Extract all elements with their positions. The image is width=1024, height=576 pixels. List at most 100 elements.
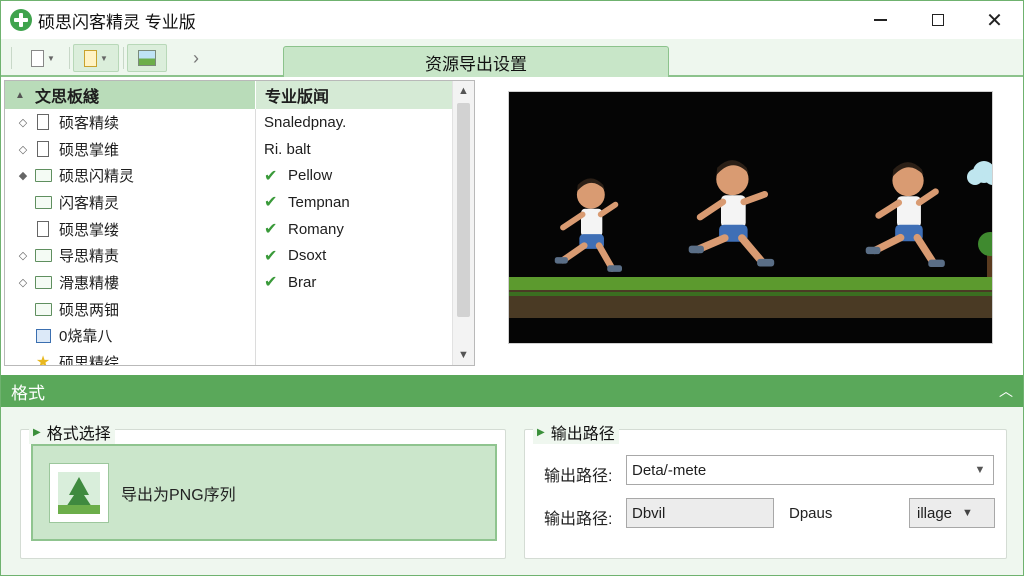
format-section-header[interactable]: 格式 ︿	[1, 375, 1023, 407]
tree-row-label: 硕思掌缕	[59, 221, 120, 239]
tree-row-name-cell: ◇ 滑惠精樓	[5, 272, 255, 293]
tree-row[interactable]: ◇ 导思精责 ✔ Dsoxt	[5, 242, 452, 269]
expander-icon[interactable]: ◇	[13, 249, 33, 262]
image-format-value: illage	[917, 504, 953, 522]
app-logo-icon	[10, 9, 32, 31]
tree-row[interactable]: 0烧靠八	[5, 323, 452, 350]
tree-row-name-cell: 硕思掌缕	[5, 219, 255, 240]
tree-row-label: 硕思掌维	[59, 141, 120, 159]
export-image-button[interactable]	[127, 44, 167, 72]
expander-icon[interactable]: ◆	[13, 169, 33, 182]
forward-button[interactable]: ›	[181, 44, 211, 72]
format-section-title: 格式	[11, 383, 45, 403]
running-boy-frames-image	[509, 92, 992, 343]
tree-row-type: Tempnan	[288, 193, 350, 211]
file-icon	[33, 141, 53, 158]
image-icon	[138, 50, 156, 66]
landscape-image-icon	[49, 462, 109, 523]
column-header-name-label: 文思板綫	[35, 89, 100, 106]
tree-row-name-cell: 0烧靠八	[5, 325, 255, 346]
chevron-down-icon: ▼	[962, 507, 973, 519]
new-document-button[interactable]: ▼	[23, 44, 63, 72]
maximize-button[interactable]	[909, 1, 966, 39]
tree-row-type: Pellow	[288, 167, 333, 185]
scrollbar-thumb[interactable]	[457, 103, 470, 317]
folder-icon	[33, 169, 53, 183]
tree-header: ▲ 文思板綫 专业版闻	[5, 81, 452, 109]
tree-row[interactable]: ★ 硕思精综	[5, 349, 452, 365]
format-section-body: ▶ 格式选择 导出为PNG序列 ▶ 输出路径 输出路径: Deta/-mete …	[1, 407, 1023, 575]
output-path-label: 输出路径:	[544, 468, 613, 485]
chevron-right-icon: ›	[193, 47, 199, 68]
file-icon	[33, 114, 53, 131]
tree-row-name-cell: ◇ 硕思掌维	[5, 139, 255, 160]
tree-row[interactable]: 闪客精灵 ✔ Tempnan	[5, 189, 452, 216]
tree-row-name-cell: 闪客精灵	[5, 192, 255, 213]
folder-icon	[33, 195, 53, 209]
column-header-name[interactable]: ▲ 文思板綫	[5, 81, 255, 109]
png-sequence-label: 导出为PNG序列	[121, 486, 236, 504]
tree-row-type: Brar	[288, 273, 317, 291]
minimize-button[interactable]	[852, 1, 909, 39]
minimize-icon	[874, 19, 887, 21]
toolbar-separator	[123, 47, 124, 69]
browse-path-field[interactable]: Dbvil	[626, 498, 774, 528]
tree-row[interactable]: ◇ 硕客精续 Snaledpnay.	[5, 109, 452, 136]
chevron-up-icon[interactable]: ︿	[999, 381, 1013, 401]
close-button[interactable]: ✕	[966, 1, 1023, 39]
tree-row[interactable]: ◇ 硕思掌维 Ri. balt	[5, 136, 452, 163]
dropdown-arrow-icon: ▼	[47, 53, 55, 63]
output-path-field[interactable]: Deta/-mete ▼	[626, 455, 994, 485]
folder-icon	[33, 302, 53, 316]
tree-row-label: 导思精责	[59, 248, 120, 266]
checkmark-icon: ✔	[264, 221, 278, 239]
tree-rows: ◇ 硕客精续 Snaledpnay. ◇ 硕思掌维 Ri. balt ◆ 硕思闪精灵 ✔ Pell…	[5, 109, 452, 365]
tree-row-type: Snaledpnay.	[264, 113, 347, 131]
expander-icon[interactable]: ◇	[13, 116, 33, 129]
tree-row-name-cell: 硕思两钿	[5, 299, 255, 320]
column-header-type-label: 专业版闻	[265, 89, 330, 106]
vertical-scrollbar[interactable]: ▲ ▼	[452, 81, 474, 365]
scroll-down-icon[interactable]: ▼	[453, 345, 474, 365]
tree-row-type-cell: ✔ Romany	[255, 219, 452, 239]
app-window: 硕思闪客精灵 专业版 ✕ ▼ ▼ › 资源导出设置 ▲ 文思板綫 专业版闻 ◇ …	[0, 0, 1024, 576]
checkmark-icon: ✔	[264, 247, 278, 265]
tree-row-type-cell: ✔ Tempnan	[255, 192, 452, 212]
pause-label: Dpaus	[789, 505, 833, 522]
output-path-title: 输出路径	[550, 426, 615, 443]
png-sequence-option[interactable]: 导出为PNG序列	[31, 444, 497, 541]
toolbar-separator	[69, 47, 70, 69]
chevron-down-icon[interactable]: ▼	[967, 456, 993, 484]
tree-row[interactable]: 硕思掌缕 ✔ Romany	[5, 216, 452, 243]
expander-icon[interactable]: ◇	[13, 143, 33, 156]
tree-row[interactable]: ◆ 硕思闪精灵 ✔ Pellow	[5, 162, 452, 189]
tree-row-label: 硕思两钿	[59, 301, 120, 319]
sort-icon: ▲	[15, 89, 25, 101]
open-file-button[interactable]: ▼	[73, 44, 119, 72]
tree-row[interactable]: ◇ 滑惠精樓 ✔ Brar	[5, 269, 452, 296]
checkmark-icon: ✔	[264, 167, 278, 185]
tree-row-label: 硕思闪精灵	[59, 168, 135, 186]
tree-row-type-cell: Snaledpnay.	[255, 114, 452, 131]
tree-row-name-cell: ★ 硕思精综	[5, 352, 255, 365]
tree-row[interactable]: 硕思两钿	[5, 296, 452, 323]
output-path-2-label: 输出路径:	[544, 511, 613, 528]
tree-row-type-cell: ✔ Pellow	[255, 166, 452, 186]
tree-row-type: Ri. balt	[264, 140, 311, 158]
expand-arrow-icon: ▶	[537, 426, 545, 438]
column-header-type[interactable]: 专业版闻	[255, 81, 452, 109]
resource-tree: ▲ 文思板綫 专业版闻 ◇ 硕客精续 Snaledpnay. ◇ 硕思掌维 Ri. bal…	[4, 80, 475, 366]
browse-path-value: Dbvil	[632, 504, 666, 522]
window-title: 硕思闪客精灵 专业版	[38, 12, 196, 32]
image-format-dropdown[interactable]: illage ▼	[909, 498, 995, 528]
image-icon	[33, 328, 53, 343]
dropdown-arrow-icon: ▼	[100, 53, 108, 63]
expander-icon[interactable]: ◇	[13, 276, 33, 289]
toolbar-grip	[11, 47, 12, 69]
output-path-value: Deta/-mete	[632, 461, 707, 479]
toolbar: ▼ ▼ › 资源导出设置	[1, 39, 1023, 77]
animation-preview	[508, 91, 993, 344]
scroll-up-icon[interactable]: ▲	[453, 81, 474, 101]
format-selection-group: ▶ 格式选择 导出为PNG序列	[20, 420, 506, 559]
tab-export-settings[interactable]: 资源导出设置	[283, 46, 669, 77]
